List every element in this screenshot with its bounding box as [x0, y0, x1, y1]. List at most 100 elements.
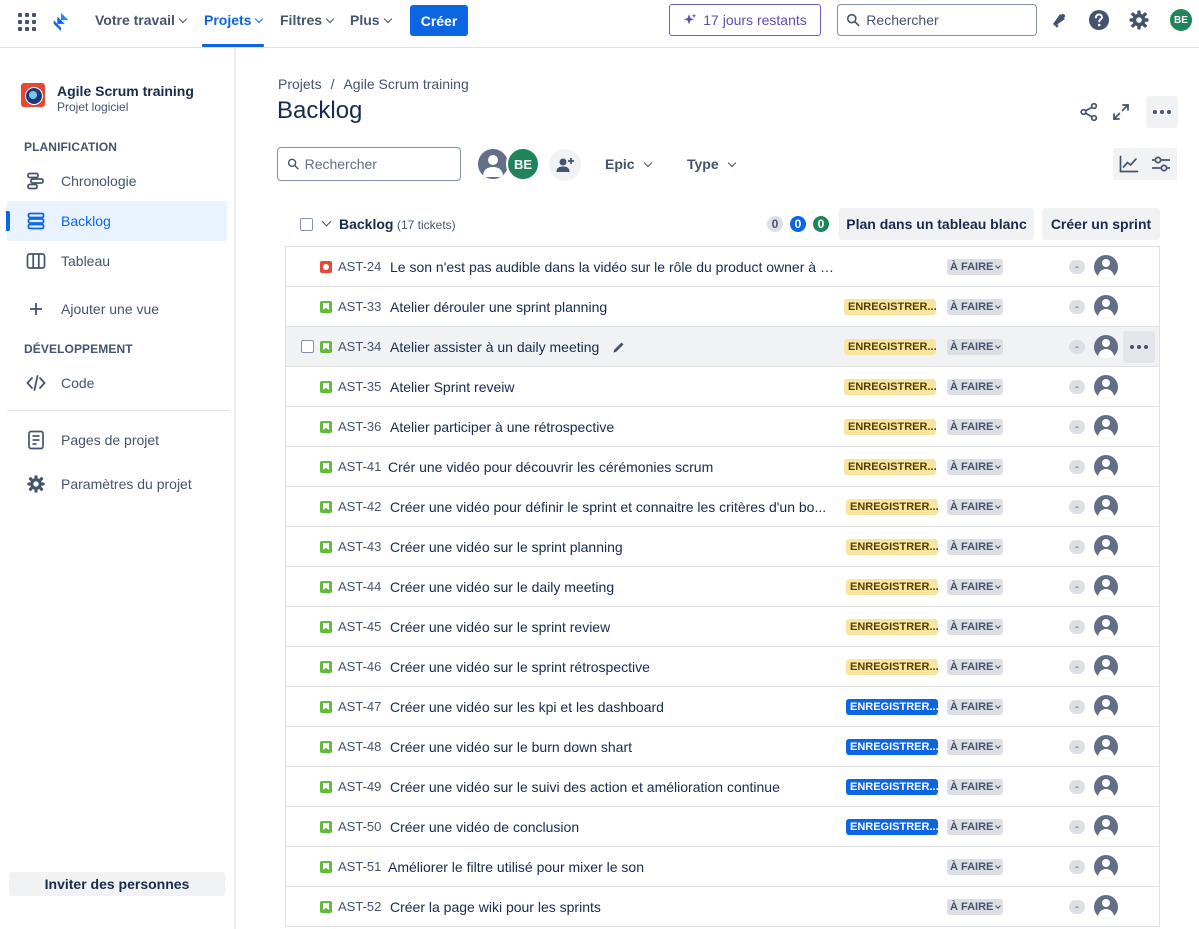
backlog-issue-row[interactable]: AST-52 Créer la page wiki pour les sprint…	[286, 887, 1159, 927]
assignee-avatar-icon[interactable]	[1094, 855, 1118, 879]
epic-label[interactable]: ENREGISTRER...	[844, 299, 936, 315]
issue-key[interactable]: AST-48	[338, 739, 381, 754]
backlog-issue-row[interactable]: AST-36 Atelier participer à une rétrospec…	[286, 407, 1159, 447]
backlog-issue-row[interactable]: AST-41 Crér une vidéo pour découvrir les …	[286, 447, 1159, 487]
epic-label[interactable]: ENREGISTRER...	[846, 739, 938, 755]
issue-summary[interactable]: Atelier participer à une rétrospective	[390, 419, 614, 435]
edit-pencil-icon[interactable]	[612, 340, 626, 354]
collapse-chevron-icon[interactable]	[321, 216, 332, 227]
story-points-estimate[interactable]: -	[1069, 660, 1085, 674]
settings-gear-icon[interactable]	[1127, 8, 1151, 32]
assignee-avatar-icon[interactable]	[1094, 735, 1118, 759]
assignee-avatar-icon[interactable]	[1094, 415, 1118, 439]
assignee-avatar-icon[interactable]	[1094, 615, 1118, 639]
status-dropdown[interactable]: À FAIRE	[947, 459, 1004, 475]
status-dropdown[interactable]: À FAIRE	[947, 499, 1004, 515]
issue-summary[interactable]: Créer une vidéo sur le daily meeting	[390, 579, 614, 595]
issue-summary[interactable]: Atelier Sprint reveiw	[390, 379, 515, 395]
assignee-avatar-icon[interactable]	[1094, 775, 1118, 799]
backlog-issue-row[interactable]: AST-42 Créer une vidéo pour définir le sp…	[286, 487, 1159, 527]
issue-key[interactable]: AST-34	[338, 339, 381, 354]
issue-summary[interactable]: Créer une vidéo de conclusion	[390, 819, 579, 835]
issue-summary[interactable]: Créer une vidéo sur les kpi et les dashb…	[390, 699, 664, 715]
status-dropdown[interactable]: À FAIRE	[947, 899, 1004, 915]
issue-summary[interactable]: Créer la page wiki pour les sprints	[390, 899, 601, 915]
type-filter-dropdown[interactable]: Type	[687, 149, 736, 179]
issue-key[interactable]: AST-35	[338, 379, 381, 394]
invite-people-button[interactable]: Inviter des personnes	[9, 872, 225, 896]
status-dropdown[interactable]: À FAIRE	[947, 299, 1004, 315]
status-dropdown[interactable]: À FAIRE	[947, 539, 1004, 555]
backlog-search-input[interactable]	[304, 156, 460, 172]
sidebar-item-project-pages[interactable]: Pages de projet	[7, 420, 227, 460]
backlog-issue-row[interactable]: AST-47 Créer une vidéo sur les kpi et les…	[286, 687, 1159, 727]
assignee-avatar-icon[interactable]	[1094, 495, 1118, 519]
issue-summary[interactable]: Créer une vidéo sur le sprint planning	[390, 539, 623, 555]
epic-label[interactable]: ENREGISTRER...	[844, 339, 936, 355]
issue-key[interactable]: AST-52	[338, 899, 381, 914]
insights-chart-icon[interactable]	[1113, 148, 1145, 180]
story-points-estimate[interactable]: -	[1069, 780, 1085, 794]
nav-filters[interactable]: Filtres	[280, 0, 335, 47]
issue-summary[interactable]: Créer une vidéo sur le burn down shart	[390, 739, 632, 755]
story-points-estimate[interactable]: -	[1069, 260, 1085, 274]
status-dropdown[interactable]: À FAIRE	[947, 579, 1004, 595]
story-points-estimate[interactable]: -	[1069, 700, 1085, 714]
create-sprint-button[interactable]: Créer un sprint	[1042, 208, 1160, 240]
story-points-estimate[interactable]: -	[1069, 380, 1085, 394]
epic-label[interactable]: ENREGISTRER...	[844, 379, 936, 395]
status-dropdown[interactable]: À FAIRE	[947, 779, 1004, 795]
epic-label[interactable]: ENREGISTRER...	[846, 699, 938, 715]
assignee-avatar-icon[interactable]	[1094, 655, 1118, 679]
nav-more[interactable]: Plus	[350, 0, 392, 47]
issue-summary[interactable]: Atelier assister à un daily meeting	[390, 339, 599, 355]
story-points-estimate[interactable]: -	[1069, 620, 1085, 634]
issue-key[interactable]: AST-41	[338, 459, 381, 474]
issue-summary[interactable]: Atelier dérouler une sprint planning	[390, 299, 607, 315]
sidebar-item-backlog[interactable]: Backlog	[6, 201, 227, 241]
backlog-issue-row[interactable]: AST-46 Créer une vidéo sur le sprint rétr…	[286, 647, 1159, 687]
epic-label[interactable]: ENREGISTRER...	[844, 459, 936, 475]
backlog-issue-row[interactable]: AST-50 Créer une vidéo de conclusion ENREG…	[286, 807, 1159, 847]
sidebar-item-code[interactable]: Code	[7, 363, 227, 403]
status-dropdown[interactable]: À FAIRE	[947, 419, 1004, 435]
issue-summary[interactable]: Créer une vidéo sur le sprint review	[390, 619, 610, 635]
notifications-icon[interactable]	[1047, 8, 1071, 32]
issue-key[interactable]: AST-24	[338, 259, 381, 274]
status-dropdown[interactable]: À FAIRE	[947, 259, 1004, 275]
story-points-estimate[interactable]: -	[1069, 740, 1085, 754]
story-points-estimate[interactable]: -	[1069, 900, 1085, 914]
issue-summary[interactable]: Créer une vidéo pour définir le sprint e…	[390, 499, 826, 515]
share-icon[interactable]	[1077, 100, 1101, 124]
assignee-avatar-icon[interactable]	[1094, 255, 1118, 279]
nav-projects[interactable]: Projets	[201, 0, 265, 47]
issue-summary[interactable]: Le son n'est pas audible dans la vidéo s…	[390, 259, 835, 275]
sidebar-item-timeline[interactable]: Chronologie	[7, 161, 227, 201]
issue-summary[interactable]: Crér une vidéo pour découvrir les cérémo…	[388, 459, 713, 475]
global-search[interactable]	[837, 4, 1037, 36]
issue-key[interactable]: AST-43	[338, 539, 381, 554]
assignee-avatar-icon[interactable]	[1094, 895, 1118, 919]
status-dropdown[interactable]: À FAIRE	[947, 339, 1004, 355]
backlog-select-all-checkbox[interactable]	[300, 218, 313, 231]
epic-label[interactable]: ENREGISTRER...	[846, 579, 938, 595]
assignee-avatar-icon[interactable]	[1094, 455, 1118, 479]
epic-label[interactable]: ENREGISTRER...	[844, 419, 936, 435]
status-dropdown[interactable]: À FAIRE	[947, 619, 1004, 635]
epic-filter-dropdown[interactable]: Epic	[605, 149, 652, 179]
page-more-actions-button[interactable]	[1146, 96, 1178, 128]
user-avatar-filter[interactable]: BE	[506, 147, 540, 181]
backlog-issue-row[interactable]: AST-35 Atelier Sprint reveiw ENREGISTRER..…	[286, 367, 1159, 407]
backlog-issue-row[interactable]: AST-48 Créer une vidéo sur le burn down s…	[286, 727, 1159, 767]
app-switcher-icon[interactable]	[17, 12, 37, 32]
story-points-estimate[interactable]: -	[1069, 420, 1085, 434]
status-dropdown[interactable]: À FAIRE	[947, 739, 1004, 755]
issue-key[interactable]: AST-47	[338, 699, 381, 714]
sidebar-item-board[interactable]: Tableau	[7, 241, 227, 281]
issue-summary[interactable]: Créer une vidéo sur le suivi des action …	[390, 779, 780, 795]
issue-select-checkbox[interactable]	[301, 340, 314, 353]
issue-key[interactable]: AST-49	[338, 779, 381, 794]
assignee-avatar-icon[interactable]	[1094, 535, 1118, 559]
backlog-issue-row[interactable]: AST-45 Créer une vidéo sur le sprint revi…	[286, 607, 1159, 647]
story-points-estimate[interactable]: -	[1069, 820, 1085, 834]
